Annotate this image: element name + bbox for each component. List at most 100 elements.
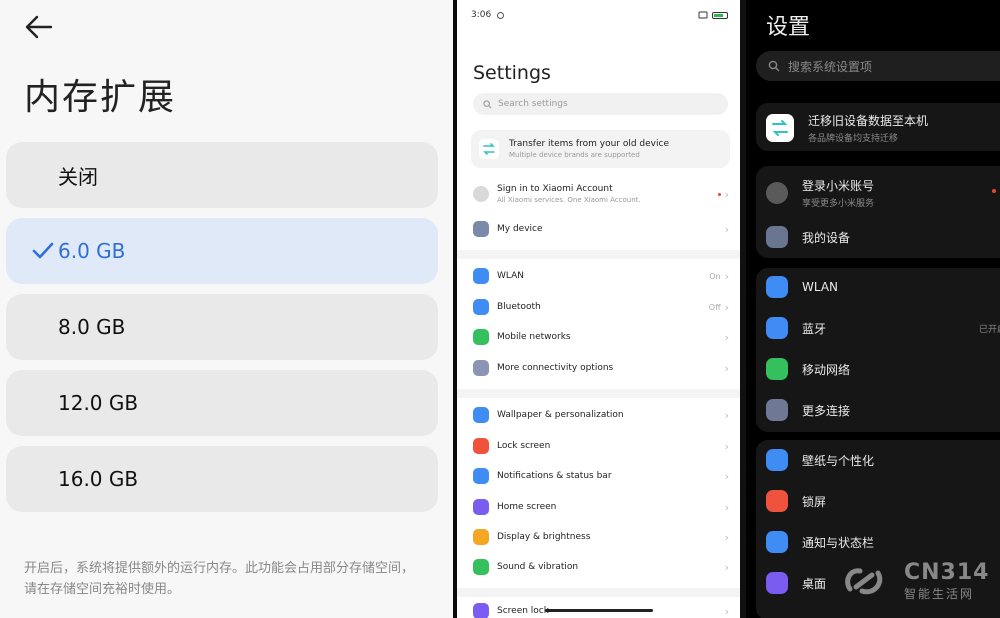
section-divider [457, 588, 740, 597]
notifications-row[interactable]: Notifications & status bar › [473, 468, 729, 484]
link-icon [473, 360, 489, 376]
mobile-network-icon [766, 358, 788, 380]
row-label: Lock screen [497, 441, 551, 451]
memory-extension-panel: 内存扩展 关闭 6.0 GB 8.0 GB 12.0 GB 16.0 GB 开启… [0, 0, 453, 618]
wallpaper-icon [766, 449, 788, 471]
description-note: 开启后，系统将提供额外的运行内存。此功能会占用部分存储空间，请在存储空间充裕时使… [24, 561, 415, 597]
bluetooth-icon [766, 317, 788, 339]
wifi-icon [766, 276, 788, 298]
transfer-icon [766, 114, 794, 142]
watermark-brand: CN314 [904, 560, 990, 585]
account-title: Sign in to Xiaomi Account [497, 184, 613, 194]
sound-row[interactable]: Sound & vibration › [473, 559, 729, 575]
wallpaper-row[interactable]: 壁纸与个性化 [766, 449, 1000, 471]
row-value: 已开启 [978, 324, 1000, 335]
display-row[interactable]: Display & brightness › [473, 529, 729, 545]
chevron-right-icon: › [724, 500, 729, 514]
transfer-row[interactable]: 迁移旧设备数据至本机 各品牌设备均支持迁移 [766, 112, 1000, 144]
search-icon [483, 99, 492, 108]
row-label: 桌面 [802, 576, 827, 591]
option-8gb[interactable]: 8.0 GB [6, 294, 438, 360]
settings-chinese-dark-panel: 设置 搜索系统设置项 迁移旧设备数据至本机 各品牌设备均支持迁移 登录小米账号 … [746, 0, 1000, 618]
row-label: 通知与状态栏 [802, 535, 875, 550]
account-title: 登录小米账号 [802, 179, 875, 193]
link-icon [766, 399, 788, 421]
wlan-row[interactable]: WLAN On › [473, 268, 729, 284]
transfer-title: 迁移旧设备数据至本机 [808, 114, 929, 128]
brightness-icon [473, 529, 489, 545]
chevron-right-icon: › [724, 469, 729, 483]
page-title: Settings [473, 62, 551, 84]
screen-lock-icon [473, 603, 489, 618]
transfer-subtitle: Multiple device brands are supported [509, 151, 640, 159]
battery-icon [712, 11, 728, 19]
device-icon [473, 221, 489, 237]
option-16gb[interactable]: 16.0 GB [6, 446, 438, 512]
lock-screen-row[interactable]: 锁屏 [766, 490, 1000, 512]
mobile-networks-row[interactable]: Mobile networks › [473, 329, 729, 345]
wlan-row[interactable]: WLAN [766, 276, 1000, 298]
watermark-slogan: 智能生活网 [904, 587, 975, 601]
my-device-row[interactable]: My device › [473, 221, 729, 237]
search-placeholder: 搜索系统设置项 [788, 59, 873, 74]
row-value: Off [708, 302, 721, 312]
lock-icon [473, 438, 489, 454]
status-time: 3:06 [471, 10, 492, 20]
bluetooth-icon [473, 299, 489, 315]
search-placeholder: Search settings [498, 99, 568, 109]
avatar-icon [473, 186, 489, 202]
home-indicator[interactable] [545, 609, 653, 612]
chevron-right-icon: › [724, 560, 729, 574]
option-6gb[interactable]: 6.0 GB [6, 218, 438, 284]
account-row[interactable]: Sign in to Xiaomi Account All Xiaomi ser… [473, 184, 729, 204]
bluetooth-row[interactable]: Bluetooth Off › [473, 299, 729, 315]
account-row[interactable]: 登录小米账号 享受更多小米服务 [766, 177, 1000, 209]
option-off[interactable]: 关闭 [6, 142, 438, 208]
chevron-right-icon: › [724, 269, 729, 283]
chevron-right-icon: › [724, 439, 729, 453]
status-notification-icon [497, 11, 505, 19]
lock-screen-row[interactable]: Lock screen › [473, 438, 729, 454]
checkmark-icon [6, 242, 58, 260]
section-divider [457, 250, 740, 259]
option-label: 8.0 GB [58, 315, 126, 339]
row-label: Screen lock [497, 606, 549, 616]
wallpaper-icon [473, 407, 489, 423]
lock-icon [766, 490, 788, 512]
transfer-icon [479, 139, 499, 159]
back-arrow-icon[interactable] [24, 14, 54, 40]
account-subtitle: All Xiaomi services. One Xiaomi Account. [497, 196, 641, 204]
bluetooth-row[interactable]: 蓝牙 已开启 [766, 317, 1000, 339]
option-12gb[interactable]: 12.0 GB [6, 370, 438, 436]
my-device-row[interactable]: 我的设备 [766, 226, 1000, 248]
wallpaper-row[interactable]: Wallpaper & personalization › [473, 407, 729, 423]
home-screen-row[interactable]: Home screen › [473, 499, 729, 515]
more-connectivity-row[interactable]: More connectivity options › [473, 360, 729, 376]
option-label: 6.0 GB [58, 239, 126, 263]
more-connectivity-row[interactable]: 更多连接 [766, 399, 1000, 421]
search-input[interactable]: 搜索系统设置项 [756, 51, 1000, 81]
row-label: 更多连接 [802, 403, 851, 418]
chevron-right-icon: › [724, 361, 729, 375]
page-title: 设置 [766, 15, 811, 40]
home-icon [766, 572, 788, 594]
option-label: 16.0 GB [58, 467, 139, 491]
account-subtitle: 享受更多小米服务 [802, 199, 875, 209]
search-input[interactable]: Search settings [473, 93, 728, 115]
notifications-row[interactable]: 通知与状态栏 [766, 531, 1000, 553]
settings-english-panel: 3:06 Settings Search settings Transfer i… [457, 0, 740, 618]
notification-dot [992, 189, 996, 193]
row-label: Wallpaper & personalization [497, 410, 624, 420]
option-label: 关闭 [58, 164, 98, 189]
row-label: My device [497, 224, 543, 234]
device-icon [766, 226, 788, 248]
row-label: Sound & vibration [497, 562, 579, 572]
row-label: 锁屏 [802, 494, 827, 509]
sound-icon [473, 559, 489, 575]
row-label: Notifications & status bar [497, 471, 612, 481]
chevron-right-icon: › [724, 300, 729, 314]
row-label: Bluetooth [497, 302, 541, 312]
mobile-networks-row[interactable]: 移动网络 [766, 358, 1000, 380]
transfer-card[interactable]: Transfer items from your old device Mult… [471, 130, 730, 168]
page-title: 内存扩展 [24, 77, 177, 118]
